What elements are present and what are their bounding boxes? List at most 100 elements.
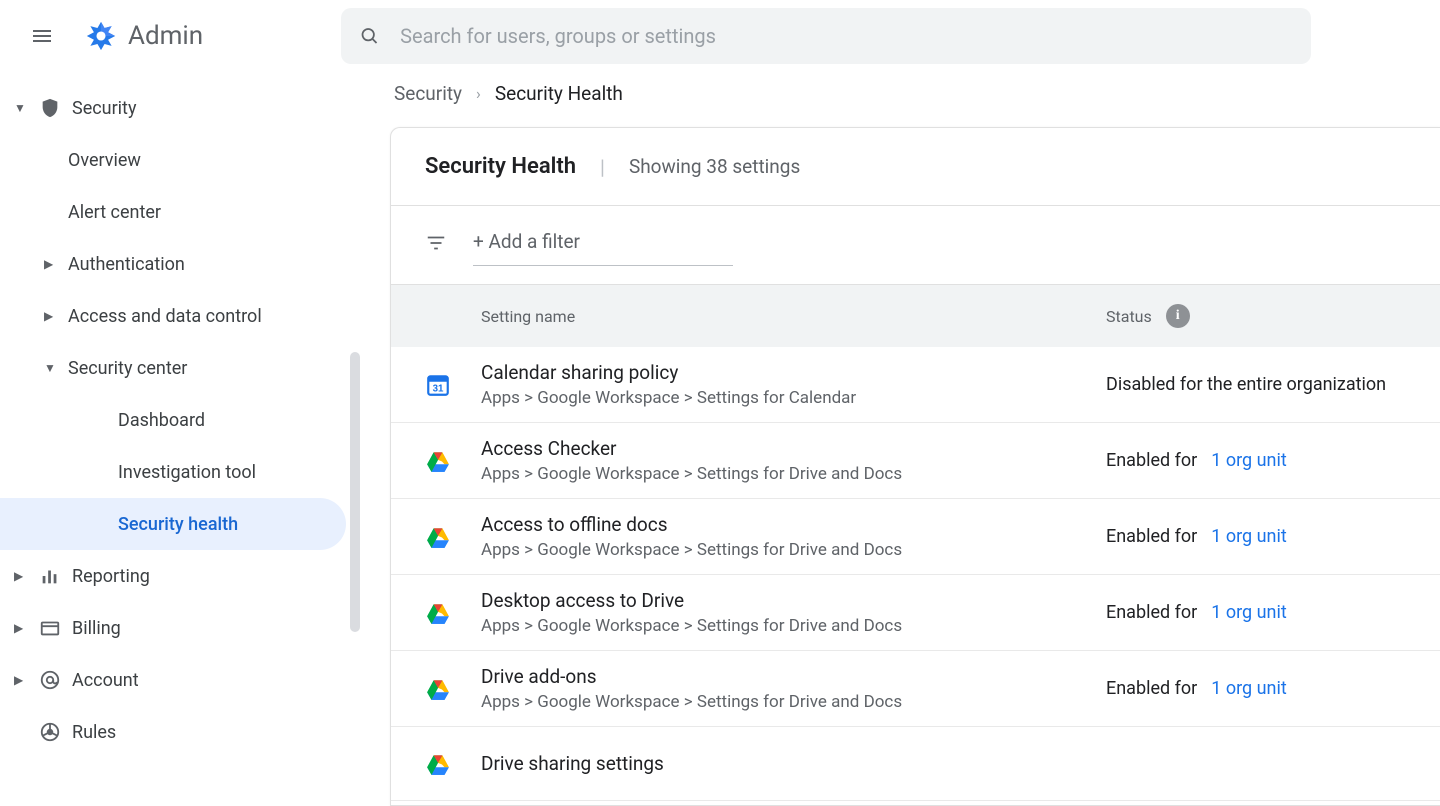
- sidebar-item-dashboard[interactable]: Dashboard: [0, 394, 346, 446]
- search-input[interactable]: [400, 24, 1293, 48]
- topbar: Admin: [0, 0, 1440, 72]
- sidebar-item-reporting[interactable]: ▶ Reporting: [0, 550, 346, 602]
- table-row[interactable]: Access to offline docs Apps > Google Work…: [391, 499, 1440, 575]
- chevron-down-icon: ▼: [14, 101, 28, 115]
- sidebar-item-security-health[interactable]: Security health: [0, 498, 346, 550]
- table-row[interactable]: Desktop access to Drive Apps > Google Wor…: [391, 575, 1440, 651]
- sidebar-item-billing[interactable]: ▶ Billing: [0, 602, 346, 654]
- status-link[interactable]: 1 org unit: [1211, 526, 1286, 547]
- credit-card-icon: [38, 617, 62, 639]
- hamburger-icon: [30, 24, 54, 48]
- drive-icon: [425, 676, 451, 702]
- breadcrumb-root[interactable]: Security: [394, 82, 462, 105]
- setting-status: Enabled for 1 org unit: [1106, 602, 1406, 623]
- bar-chart-icon: [38, 565, 62, 587]
- steering-wheel-icon: [38, 721, 62, 743]
- chevron-right-icon: ▶: [44, 309, 58, 323]
- sidebar-item-label: Billing: [72, 618, 346, 639]
- status-link[interactable]: 1 org unit: [1211, 602, 1286, 623]
- setting-status: Disabled for the entire organization: [1106, 374, 1406, 395]
- sidebar-scrollbar[interactable]: [350, 352, 360, 632]
- add-filter-input[interactable]: + Add a filter: [473, 224, 733, 266]
- brand[interactable]: Admin: [84, 19, 203, 53]
- status-link[interactable]: 1 org unit: [1211, 678, 1286, 699]
- chevron-right-icon: ▶: [14, 621, 28, 635]
- menu-button[interactable]: [18, 12, 66, 60]
- breadcrumb: Security › Security Health: [360, 72, 1440, 127]
- sidebar-item-label: Overview: [68, 150, 346, 171]
- info-icon[interactable]: i: [1166, 304, 1190, 328]
- sidebar-item-label: Access and data control: [68, 306, 346, 327]
- sidebar-item-security-center[interactable]: ▼ Security center: [0, 342, 346, 394]
- sidebar-item-label: Security center: [68, 358, 346, 379]
- status-link[interactable]: 1 org unit: [1211, 450, 1286, 471]
- status-text: Disabled for the entire organization: [1106, 374, 1386, 395]
- panel-subtitle: Showing 38 settings: [629, 155, 800, 178]
- panel-title: Security Health: [425, 154, 576, 179]
- at-sign-icon: [38, 669, 62, 691]
- calendar-icon: [425, 372, 451, 398]
- status-text: Enabled for: [1106, 450, 1197, 471]
- search-icon: [359, 25, 380, 47]
- setting-path: Apps > Google Workspace > Settings for D…: [481, 616, 1106, 636]
- separator: |: [600, 155, 605, 179]
- setting-path: Apps > Google Workspace > Settings for C…: [481, 388, 1106, 408]
- brand-name: Admin: [128, 21, 203, 51]
- column-status[interactable]: Status: [1106, 307, 1152, 326]
- status-text: Enabled for: [1106, 678, 1197, 699]
- filter-icon[interactable]: [425, 232, 447, 258]
- table-header: Setting name Status i: [391, 285, 1440, 347]
- sidebar-item-label: Reporting: [72, 566, 346, 587]
- table-row[interactable]: Drive add-onsApps > Google Workspace > S…: [391, 651, 1440, 727]
- sidebar: ▼ Security Overview Alert center ▶ Authe…: [0, 72, 360, 806]
- panel-header: Security Health | Showing 38 settings: [391, 128, 1440, 206]
- chevron-right-icon: ›: [476, 84, 481, 103]
- status-text: Enabled for: [1106, 526, 1197, 547]
- table-row[interactable]: Drive sharing settings: [391, 727, 1440, 801]
- setting-status: Enabled for 1 org unit: [1106, 678, 1406, 699]
- chevron-down-icon: ▼: [44, 361, 58, 375]
- security-health-panel: Security Health | Showing 38 settings + …: [390, 127, 1440, 806]
- drive-icon: [425, 448, 451, 474]
- sidebar-item-label: Account: [72, 670, 346, 691]
- sidebar-item-label: Authentication: [68, 254, 346, 275]
- setting-path: Apps > Google Workspace > Settings for D…: [481, 692, 1106, 712]
- breadcrumb-current: Security Health: [495, 82, 623, 105]
- sidebar-item-authentication[interactable]: ▶ Authentication: [0, 238, 346, 290]
- main: Security › Security Health Security Heal…: [360, 72, 1440, 806]
- table-row[interactable]: Calendar sharing policy Apps > Google Wor…: [391, 347, 1440, 423]
- drive-icon: [425, 600, 451, 626]
- search-bar[interactable]: [341, 8, 1311, 64]
- sidebar-item-alert-center[interactable]: Alert center: [0, 186, 346, 238]
- shield-icon: [38, 97, 62, 119]
- column-setting-name[interactable]: Setting name: [481, 307, 1106, 326]
- setting-status: Enabled for 1 org unit: [1106, 450, 1406, 471]
- sidebar-item-label: Security health: [118, 514, 346, 535]
- sidebar-item-label: Alert center: [68, 202, 346, 223]
- setting-status: Enabled for 1 org unit: [1106, 526, 1406, 547]
- setting-title: Desktop access to Drive: [481, 589, 1106, 612]
- sidebar-item-security[interactable]: ▼ Security: [0, 82, 346, 134]
- sidebar-item-access-data-control[interactable]: ▶ Access and data control: [0, 290, 346, 342]
- admin-logo-icon: [84, 19, 118, 53]
- status-text: Enabled for: [1106, 602, 1197, 623]
- settings-table: Setting name Status i Calendar sharing p…: [391, 285, 1440, 805]
- table-row[interactable]: Access Checker Apps > Google Workspace > …: [391, 423, 1440, 499]
- sidebar-item-rules[interactable]: ▶ Rules: [0, 706, 346, 758]
- sidebar-item-account[interactable]: ▶ Account: [0, 654, 346, 706]
- setting-path: Apps > Google Workspace > Settings for D…: [481, 540, 1106, 560]
- sidebar-item-label: Dashboard: [118, 410, 346, 431]
- sidebar-item-overview[interactable]: Overview: [0, 134, 346, 186]
- sidebar-item-label: Investigation tool: [118, 462, 346, 483]
- sidebar-item-investigation-tool[interactable]: Investigation tool: [0, 446, 346, 498]
- setting-title: Access to offline docs: [481, 513, 1106, 536]
- filter-bar: + Add a filter: [391, 206, 1440, 285]
- setting-title: Access Checker: [481, 437, 1106, 460]
- chevron-right-icon: ▶: [44, 257, 58, 271]
- setting-title: Calendar sharing policy: [481, 361, 1106, 384]
- setting-title: Drive sharing settings: [481, 752, 1106, 775]
- drive-icon: [425, 524, 451, 550]
- chevron-right-icon: ▶: [14, 569, 28, 583]
- setting-path: Apps > Google Workspace > Settings for D…: [481, 464, 1106, 484]
- drive-icon: [425, 751, 451, 777]
